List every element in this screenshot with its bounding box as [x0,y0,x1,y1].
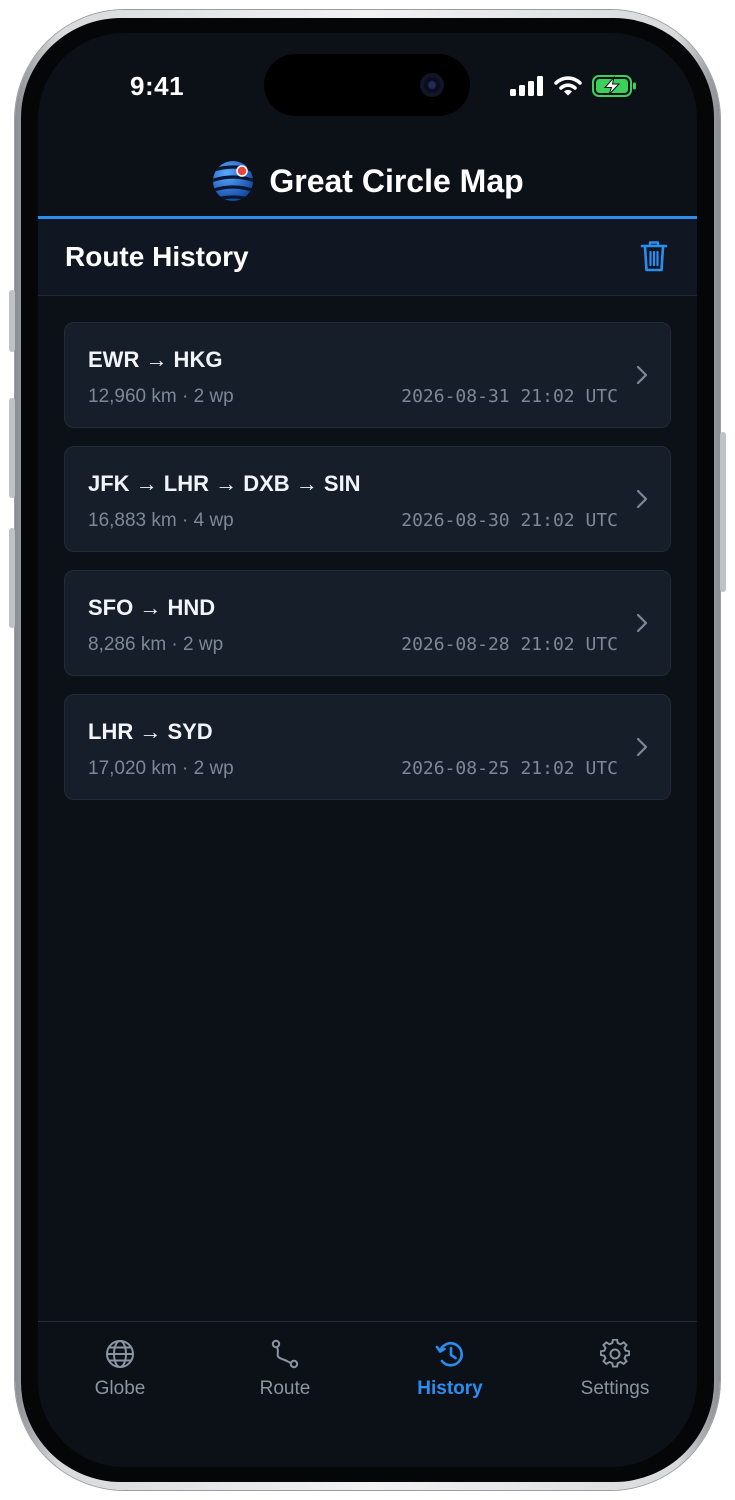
page-title: Route History [65,241,249,272]
app-title: Great Circle Map [269,162,524,199]
route-meta: 16,883 km · 4 wp [88,510,234,531]
tab-globe[interactable]: Globe [38,1322,202,1412]
trash-icon[interactable] [639,239,669,273]
volume-down-button [9,528,15,628]
tab-label: History [417,1378,483,1399]
chevron-right-icon [636,737,648,757]
section-header: Route History [38,219,697,296]
volume-up-button [9,398,15,498]
route-history-list: EWR → HKG 12,960 km · 2 wp 2026-08-31 21… [64,322,671,818]
status-time: 9:41 [130,71,185,101]
list-item[interactable]: JFK → LHR → DXB → SIN 16,883 km · 4 wp 2… [64,446,671,552]
route-meta: 8,286 km · 2 wp [88,634,224,655]
tab-label: Settings [580,1378,650,1399]
dynamic-island [264,54,470,116]
chevron-right-icon [636,613,648,633]
route-icon [271,1339,299,1369]
globe-icon [106,1340,134,1368]
route-name: LHR → SYD [88,719,213,744]
route-name: JFK → LHR → DXB → SIN [88,471,361,496]
tab-label: Globe [94,1378,146,1399]
status-icons [510,75,638,97]
screen: 9:41 Great Circle Map Route History EWR … [38,33,697,1467]
tab-bar: Globe Route History Settings [38,1321,697,1467]
route-date: 2026-08-28 21:02 UTC [401,634,618,655]
route-meta: 17,020 km · 2 wp [88,758,234,779]
chevron-right-icon [636,489,648,509]
route-date: 2026-08-31 21:02 UTC [401,386,618,407]
list-item[interactable]: LHR → SYD 17,020 km · 2 wp 2026-08-25 21… [64,694,671,800]
route-meta: 12,960 km · 2 wp [88,386,234,407]
chevron-right-icon [636,365,648,385]
list-item[interactable]: SFO → HND 8,286 km · 2 wp 2026-08-28 21:… [64,570,671,676]
route-date: 2026-08-25 21:02 UTC [401,758,618,779]
tab-history[interactable]: History [368,1322,532,1412]
tab-settings[interactable]: Settings [533,1322,697,1412]
wifi-icon [554,75,582,95]
app-header: Great Circle Map [38,145,697,217]
battery-charging-icon [592,75,636,97]
route-date: 2026-08-30 21:02 UTC [401,510,618,531]
cellular-signal-icon [510,76,543,96]
list-item[interactable]: EWR → HKG 12,960 km · 2 wp 2026-08-31 21… [64,322,671,428]
power-button [720,432,726,592]
globe-logo-icon [213,161,254,201]
history-icon [435,1341,463,1367]
gear-icon [600,1339,630,1368]
action-button [9,290,15,352]
tab-route[interactable]: Route [203,1322,367,1412]
front-camera [420,73,444,97]
tab-label: Route [259,1378,311,1399]
route-name: EWR → HKG [88,347,223,372]
route-name: SFO → HND [88,595,216,620]
